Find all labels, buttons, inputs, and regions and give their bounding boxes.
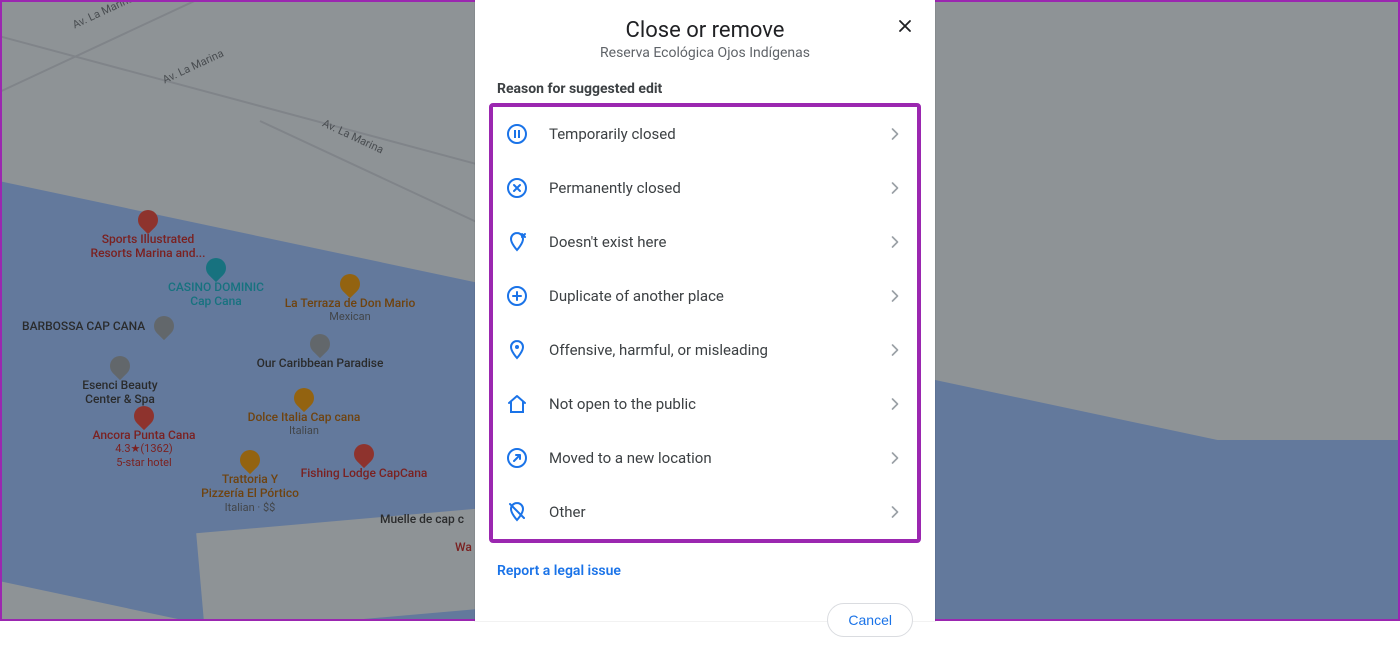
report-legal-issue-link[interactable]: Report a legal issue [475, 553, 935, 589]
reason-label: Other [549, 503, 885, 521]
share-arrow-icon [503, 444, 531, 472]
pin-x-icon [503, 228, 531, 256]
modal-footer: Cancel [475, 589, 935, 655]
reason-label: Moved to a new location [549, 449, 885, 467]
reason-duplicate[interactable]: Duplicate of another place [493, 269, 917, 323]
chevron-right-icon [885, 394, 905, 414]
reason-temp-closed[interactable]: Temporarily closed [493, 107, 917, 161]
chevron-right-icon [885, 340, 905, 360]
reason-perm-closed[interactable]: Permanently closed [493, 161, 917, 215]
chevron-right-icon [885, 448, 905, 468]
shield-alert-icon [503, 336, 531, 364]
chevron-right-icon [885, 502, 905, 522]
reason-not-open[interactable]: Not open to the public [493, 377, 917, 431]
reason-label: Not open to the public [549, 395, 885, 413]
reason-other[interactable]: Other [493, 485, 917, 539]
modal-header: Close or remove Reserva Ecológica Ojos I… [475, 0, 935, 67]
reason-moved[interactable]: Moved to a new location [493, 431, 917, 485]
chevron-right-icon [885, 232, 905, 252]
close-or-remove-modal: Close or remove Reserva Ecológica Ojos I… [475, 0, 935, 621]
modal-place-name: Reserva Ecológica Ojos Indígenas [515, 45, 895, 61]
reason-doesnt-exist[interactable]: Doesn't exist here [493, 215, 917, 269]
plus-circle-icon [503, 282, 531, 310]
pause-icon [503, 120, 531, 148]
modal-title: Close or remove [515, 18, 895, 43]
reason-label: Doesn't exist here [549, 233, 885, 251]
chevron-right-icon [885, 178, 905, 198]
reasons-list: Temporarily closed Permanently closed Does… [489, 103, 921, 543]
reason-label: Offensive, harmful, or misleading [549, 341, 885, 359]
home-icon [503, 390, 531, 418]
reason-section-title: Reason for suggested edit [475, 67, 935, 103]
pin-off-icon [503, 498, 531, 526]
reason-label: Temporarily closed [549, 125, 885, 143]
reason-label: Permanently closed [549, 179, 885, 197]
close-button[interactable] [891, 12, 919, 40]
chevron-right-icon [885, 124, 905, 144]
reason-label: Duplicate of another place [549, 287, 885, 305]
reason-offensive[interactable]: Offensive, harmful, or misleading [493, 323, 917, 377]
cancel-button[interactable]: Cancel [827, 603, 913, 637]
x-circle-icon [503, 174, 531, 202]
chevron-right-icon [885, 286, 905, 306]
close-icon [895, 16, 915, 36]
